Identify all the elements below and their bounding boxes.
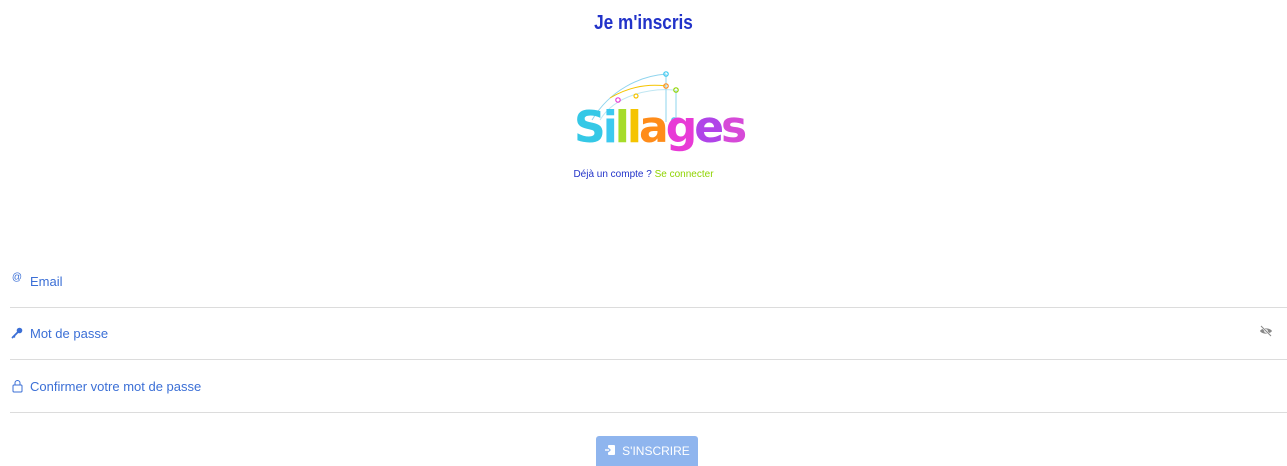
logo-letter: s [721, 102, 747, 153]
logo-letter: l [626, 102, 642, 153]
sillages-logo: Sillages [570, 70, 747, 170]
eye-slash-icon[interactable] [1259, 324, 1273, 342]
signup-button[interactable]: S'INSCRIRE [596, 436, 698, 466]
lock-icon [10, 379, 24, 393]
logo-letter: S [574, 102, 606, 153]
at-icon: @ [11, 271, 23, 283]
page-title: Je m'inscris [594, 12, 693, 34]
key-icon [10, 327, 24, 339]
login-prompt: Déjà un compte ? Se connecter [0, 169, 1287, 180]
logo-letter: i [602, 102, 618, 153]
logo-letter: l [614, 102, 630, 153]
signup-button-label: S'INSCRIRE [622, 444, 690, 458]
logo-letter: e [694, 102, 724, 153]
confirm-password-field[interactable] [30, 378, 1287, 394]
password-field[interactable] [30, 325, 1287, 341]
email-field-row: @ [10, 255, 1287, 308]
sign-in-icon [604, 444, 616, 459]
login-link[interactable]: Se connecter [655, 169, 714, 180]
logo-letter: a [638, 102, 669, 153]
email-field[interactable] [30, 273, 1287, 289]
logo-wordmark: Sillages [574, 106, 747, 150]
confirm-password-field-row [10, 360, 1287, 413]
signup-page: Je m'inscris Sillages Déjà un compte ? S… [0, 0, 1287, 466]
password-field-row [10, 307, 1287, 360]
logo-letter: g [665, 102, 697, 153]
login-question: Déjà un compte ? [573, 169, 655, 180]
